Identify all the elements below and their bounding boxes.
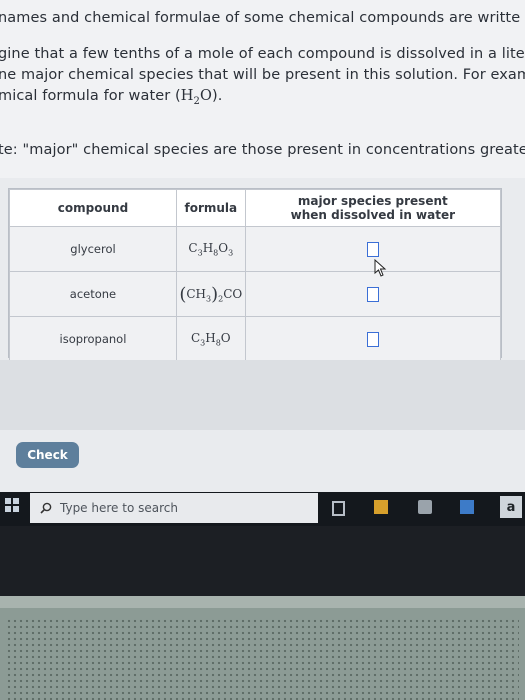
search-placeholder: Type here to search — [60, 501, 178, 515]
f-sub: 3 — [228, 248, 234, 258]
intro-line-1: names and chemical formulae of some chem… — [0, 10, 521, 26]
intro-note: te: "major" chemical species are those p… — [0, 142, 525, 158]
header-major-line-1: major species present — [297, 194, 448, 208]
table-header-row: compound formula major species present w… — [9, 189, 502, 227]
water-h: H — [180, 88, 194, 104]
f-el: C — [188, 240, 198, 255]
intro-line-2: gine that a few tenths of a mole of each… — [0, 46, 525, 62]
header-major-line-2: when dissolved in water — [290, 208, 456, 222]
header-formula: formula — [175, 189, 246, 227]
compound-name: glycerol — [9, 226, 177, 272]
mouse-cursor-icon — [374, 259, 387, 277]
header-compound: compound — [9, 189, 177, 227]
header-major-species: major species present when dissolved in … — [244, 189, 502, 227]
f-el: CO — [223, 286, 243, 301]
mail-icon[interactable] — [460, 500, 474, 514]
f-el: C — [190, 330, 201, 345]
question-intro: names and chemical formulae of some chem… — [0, 0, 525, 178]
water-o: O — [200, 88, 213, 104]
answer-input-acetone[interactable] — [366, 286, 379, 302]
browser-content: names and chemical formulae of some chem… — [0, 0, 525, 492]
answer-input-glycerol[interactable] — [366, 241, 379, 257]
file-explorer-icon[interactable] — [374, 500, 388, 514]
major-species-cell — [244, 226, 502, 272]
task-view-icon[interactable] — [332, 501, 345, 516]
intro-line-3: ne major chemical species that will be p… — [0, 67, 525, 83]
app-a-icon[interactable]: a — [500, 496, 522, 518]
intro-line-4-text: mical formula for water ( — [0, 88, 181, 104]
windows-start-icon[interactable] — [5, 498, 19, 512]
check-button[interactable]: Check — [16, 442, 79, 468]
answer-input-isopropanol[interactable] — [366, 331, 379, 347]
f-el: CH — [186, 286, 207, 301]
species-table-card: compound formula major species present w… — [8, 188, 502, 362]
major-species-cell — [244, 271, 502, 317]
table-row: acetone (CH3)2CO — [9, 271, 502, 317]
store-icon[interactable] — [418, 500, 432, 514]
table-row: glycerol C3H8O3 — [9, 226, 502, 272]
f-el: H — [202, 240, 214, 255]
laptop-bezel — [0, 526, 525, 596]
water-h-subscript: 2 — [193, 96, 201, 107]
search-icon — [40, 502, 52, 514]
species-table: compound formula major species present w… — [9, 189, 502, 362]
intro-line-4: mical formula for water (H2O). — [0, 88, 223, 107]
f-el: O — [218, 240, 229, 255]
compound-formula: C3H8O — [175, 316, 246, 362]
compound-formula: (CH3)2CO — [175, 271, 246, 317]
f-el: O — [220, 330, 231, 345]
compound-name: isopropanol — [9, 316, 177, 362]
intro-line-4-end: ). — [212, 88, 223, 104]
major-species-cell — [244, 316, 502, 362]
water-formula: H2O — [180, 88, 213, 107]
taskbar-search-box[interactable]: Type here to search — [30, 493, 318, 523]
compound-name: acetone — [9, 271, 177, 317]
answer-area-background — [0, 360, 525, 430]
speaker-grille — [6, 618, 519, 700]
chassis-edge — [0, 596, 525, 608]
f-el: H — [205, 330, 216, 345]
table-row: isopropanol C3H8O — [9, 316, 502, 362]
windows-taskbar: Type here to search a — [0, 492, 525, 526]
compound-formula: C3H8O3 — [175, 226, 246, 272]
